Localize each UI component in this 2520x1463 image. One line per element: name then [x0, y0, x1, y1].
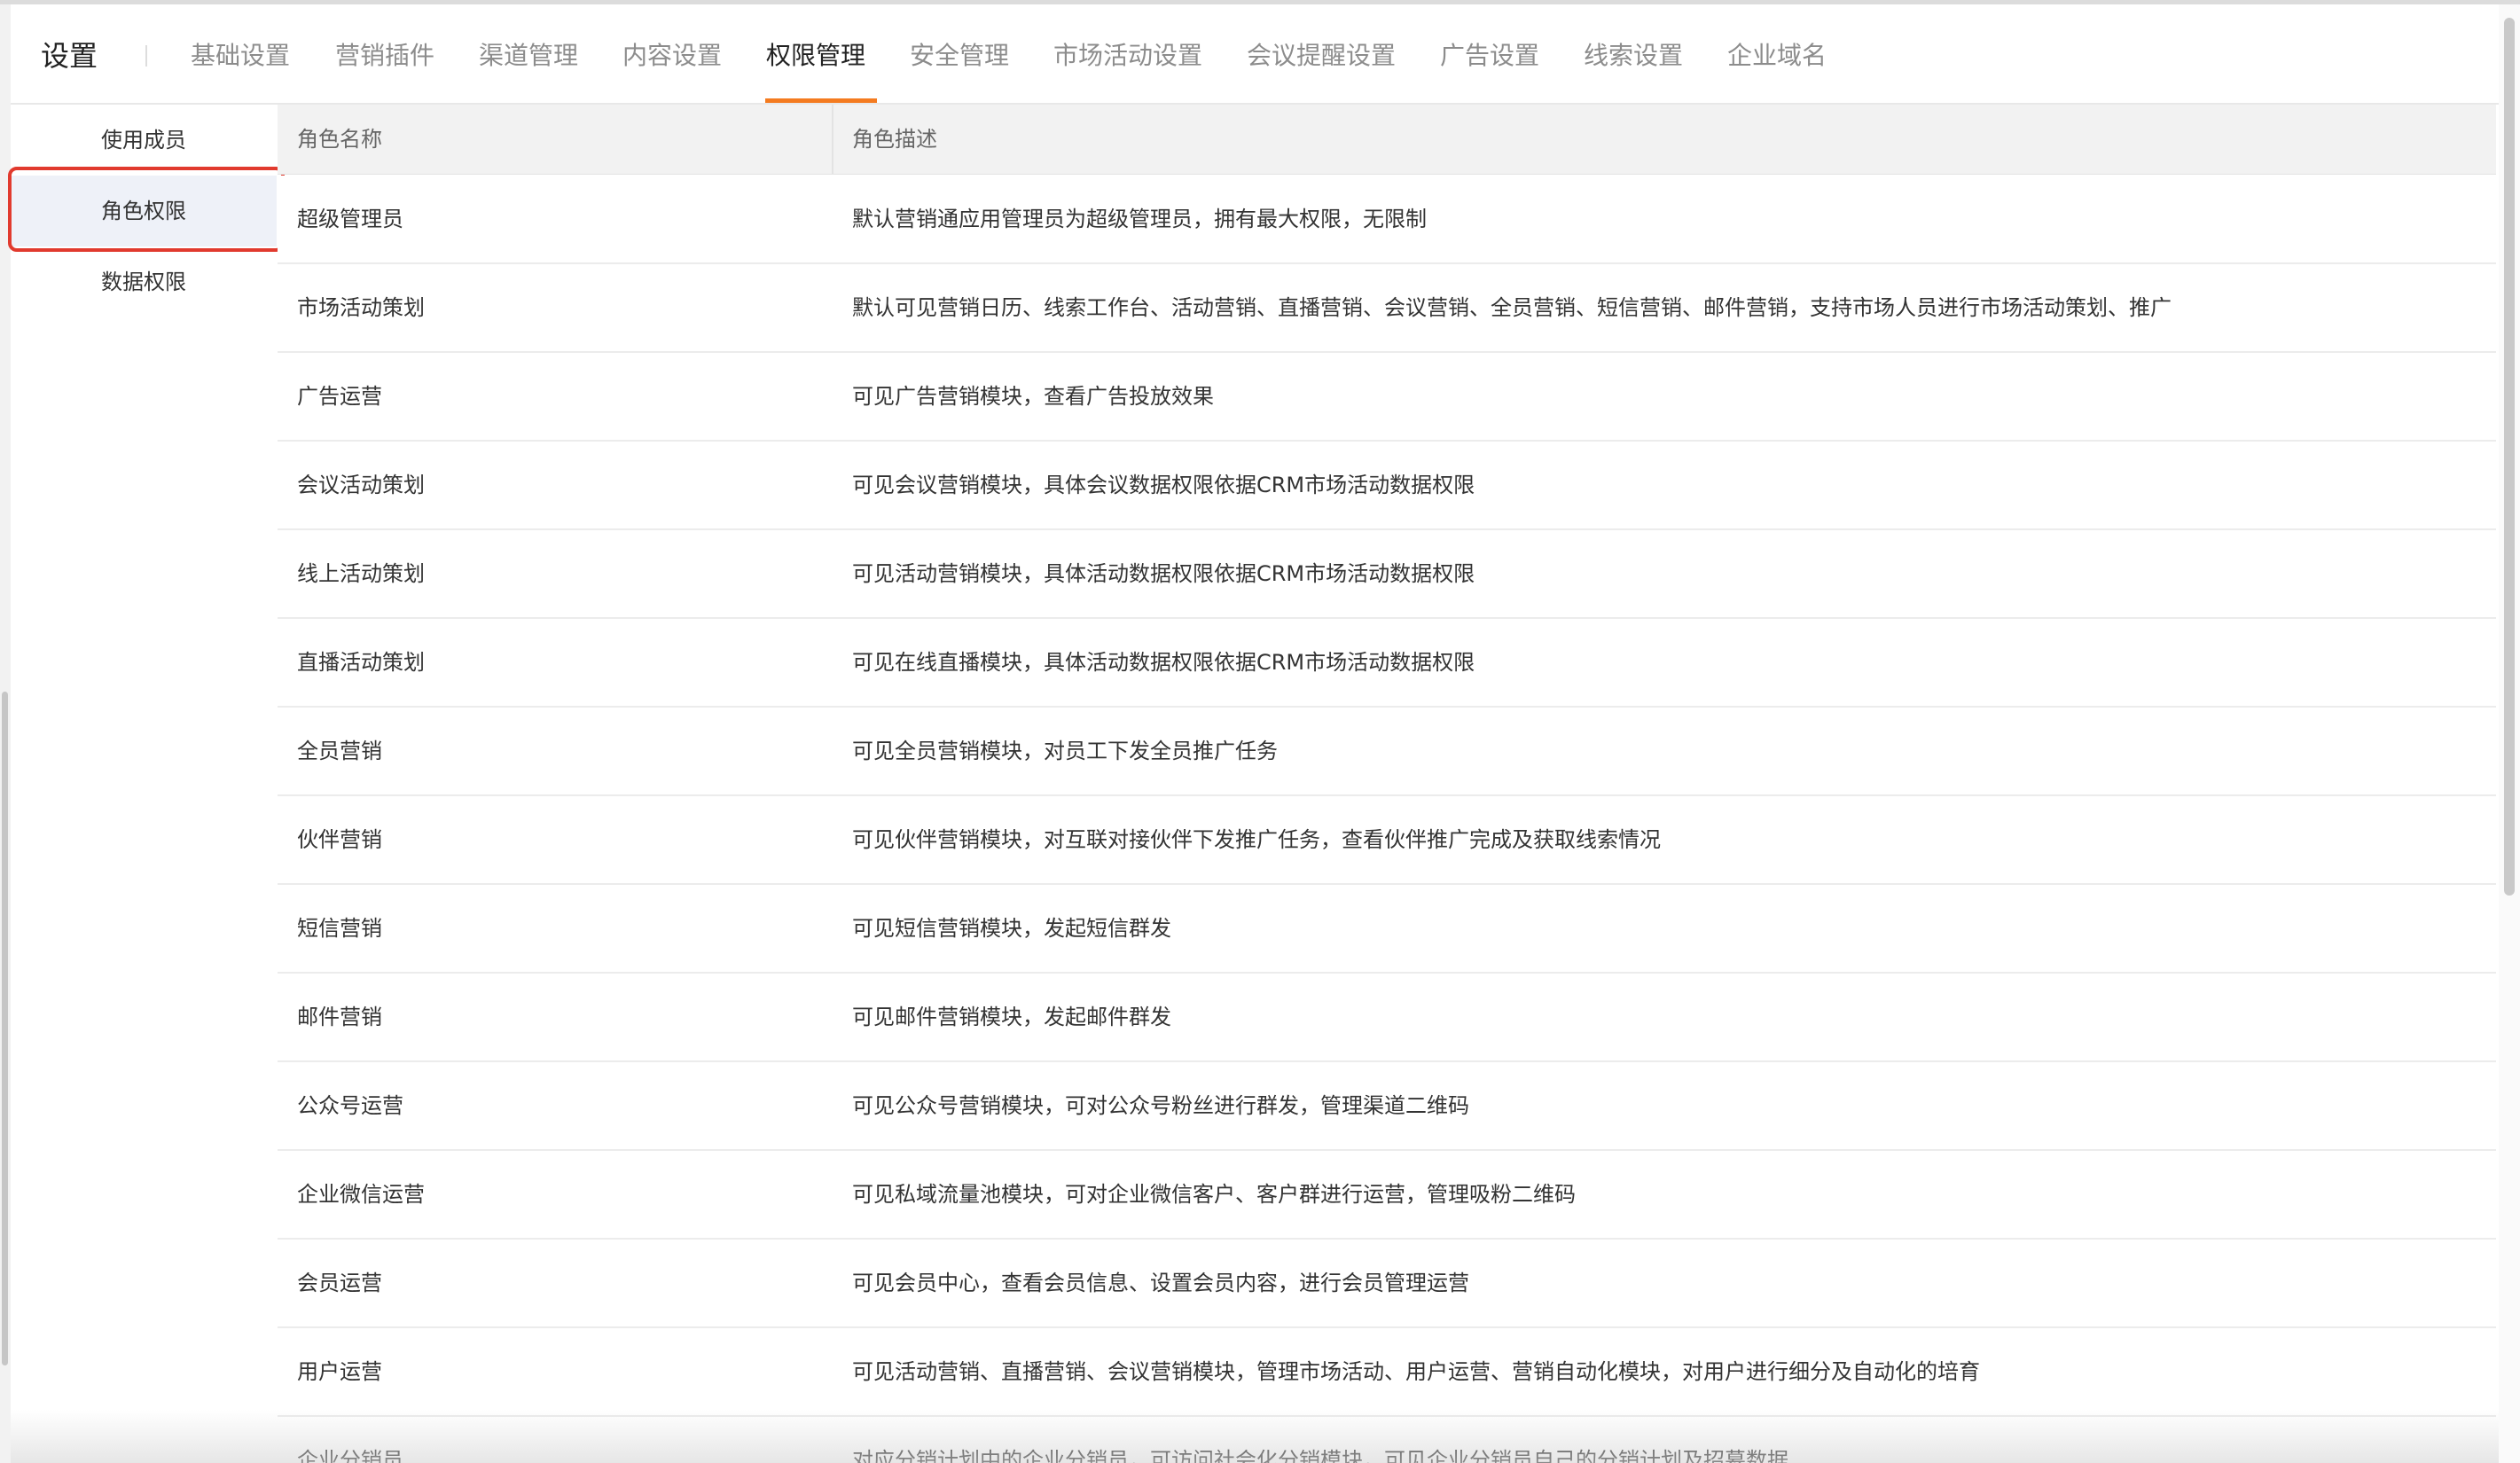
role-description: 可见会员中心，查看会员信息、设置会员内容，进行会员管理运营 [852, 1271, 1469, 1295]
role-name: 会议活动策划 [297, 473, 425, 497]
settings-header: 设置 基础设置 营销插件 渠道管理 内容设置 权限管理 安全管理 市场活动设置 … [11, 4, 2499, 105]
table-row[interactable]: 超级管理员 默认营销通应用管理员为超级管理员，拥有最大权限，无限制 [278, 176, 2496, 264]
role-name: 伙伴营销 [297, 827, 382, 852]
tab-permission-management[interactable]: 权限管理 [766, 36, 865, 75]
roles-table: 角色名称 角色描述 超级管理员 默认营销通应用管理员为超级管理员，拥有最大权限，… [278, 105, 2496, 1463]
tab-ad-settings[interactable]: 广告设置 [1440, 36, 1539, 75]
page-title: 设置 [41, 39, 98, 73]
tab-security-management[interactable]: 安全管理 [910, 36, 1009, 75]
role-description: 可见全员营销模块，对员工下发全员推广任务 [852, 739, 1278, 763]
role-description: 可见私域流量池模块，可对企业微信客户、客户群进行运营，管理吸粉二维码 [852, 1182, 1576, 1207]
role-name: 直播活动策划 [297, 650, 425, 675]
table-row[interactable]: 全员营销 可见全员营销模块，对员工下发全员推广任务 [278, 708, 2496, 796]
tab-content-settings[interactable]: 内容设置 [622, 36, 722, 75]
title-divider [145, 45, 147, 66]
role-name: 短信营销 [297, 916, 382, 941]
table-row[interactable]: 企业微信运营 可见私域流量池模块，可对企业微信客户、客户群进行运营，管理吸粉二维… [278, 1151, 2496, 1240]
sidebar-item-data-permissions[interactable]: 数据权限 [11, 246, 277, 317]
role-name: 广告运营 [297, 384, 382, 409]
table-row[interactable]: 会议活动策划 可见会议营销模块，具体会议数据权限依据CRM市场活动数据权限 [278, 442, 2496, 530]
role-name: 公众号运营 [297, 1093, 403, 1118]
table-row[interactable]: 市场活动策划 默认可见营销日历、线索工作台、活动营销、直播营销、会议营销、全员营… [278, 264, 2496, 353]
tab-enterprise-domain[interactable]: 企业域名 [1727, 36, 1827, 75]
role-description: 可见会议营销模块，具体会议数据权限依据CRM市场活动数据权限 [852, 473, 1475, 497]
left-scrollbar[interactable] [2, 692, 8, 1365]
tab-marketing-activity-settings[interactable]: 市场活动设置 [1053, 36, 1202, 75]
table-row[interactable]: 伙伴营销 可见伙伴营销模块，对互联对接伙伴下发推广任务，查看伙伴推广完成及获取线… [278, 796, 2496, 885]
table-row[interactable]: 短信营销 可见短信营销模块，发起短信群发 [278, 885, 2496, 974]
tab-meeting-reminder-settings[interactable]: 会议提醒设置 [1247, 36, 1396, 75]
table-row[interactable]: 线上活动策划 可见活动营销模块，具体活动数据权限依据CRM市场活动数据权限 [278, 530, 2496, 619]
role-name: 会员运营 [297, 1271, 382, 1295]
role-description: 可见短信营销模块，发起短信群发 [852, 916, 1171, 941]
role-description: 可见公众号营销模块，可对公众号粉丝进行群发，管理渠道二维码 [852, 1093, 1469, 1118]
role-name: 企业分销员 [297, 1448, 403, 1463]
tab-basic-settings[interactable]: 基础设置 [191, 36, 290, 75]
table-row[interactable]: 用户运营 可见活动营销、直播营销、会议营销模块，管理市场活动、用户运营、营销自动… [278, 1328, 2496, 1417]
tab-channel-management[interactable]: 渠道管理 [479, 36, 578, 75]
role-description: 可见活动营销模块，具体活动数据权限依据CRM市场活动数据权限 [852, 561, 1475, 586]
permission-sidebar: 使用成员 角色权限 数据权限 [11, 105, 277, 1463]
role-name: 邮件营销 [297, 1005, 382, 1029]
table-row[interactable]: 邮件营销 可见邮件营销模块，发起邮件群发 [278, 974, 2496, 1062]
role-name: 企业微信运营 [297, 1182, 425, 1207]
tab-marketing-plugins[interactable]: 营销插件 [335, 36, 434, 75]
column-header-role-description: 角色描述 [852, 127, 937, 152]
table-row[interactable]: 企业分销员 对应分销计划中的企业分销员，可访问社会化分销模块，可见企业分销员自己… [278, 1417, 2496, 1463]
role-name: 市场活动策划 [297, 295, 425, 320]
vertical-scrollbar-thumb[interactable] [2504, 18, 2515, 896]
role-description: 对应分销计划中的企业分销员，可访问社会化分销模块，可见企业分销员自己的分销计划及… [852, 1448, 1788, 1463]
role-description: 可见伙伴营销模块，对互联对接伙伴下发推广任务，查看伙伴推广完成及获取线索情况 [852, 827, 1661, 852]
table-header: 角色名称 角色描述 [278, 105, 2496, 175]
column-divider [832, 105, 833, 174]
role-description: 可见在线直播模块，具体活动数据权限依据CRM市场活动数据权限 [852, 650, 1475, 675]
role-name: 用户运营 [297, 1359, 382, 1384]
selection-highlight [8, 167, 285, 252]
table-row[interactable]: 广告运营 可见广告营销模块，查看广告投放效果 [278, 353, 2496, 442]
column-header-role-name: 角色名称 [297, 127, 382, 152]
role-description: 可见邮件营销模块，发起邮件群发 [852, 1005, 1171, 1029]
sidebar-item-members[interactable]: 使用成员 [11, 105, 277, 176]
role-description: 默认可见营销日历、线索工作台、活动营销、直播营销、会议营销、全员营销、短信营销、… [852, 295, 2172, 320]
table-row[interactable]: 公众号运营 可见公众号营销模块，可对公众号粉丝进行群发，管理渠道二维码 [278, 1062, 2496, 1151]
tab-lead-settings[interactable]: 线索设置 [1584, 36, 1683, 75]
role-name: 线上活动策划 [297, 561, 425, 586]
role-description: 可见活动营销、直播营销、会议营销模块，管理市场活动、用户运营、营销自动化模块，对… [852, 1359, 1980, 1384]
role-name: 全员营销 [297, 739, 382, 763]
role-name: 超级管理员 [297, 207, 403, 231]
active-tab-indicator [765, 98, 877, 103]
table-row[interactable]: 会员运营 可见会员中心，查看会员信息、设置会员内容，进行会员管理运营 [278, 1240, 2496, 1328]
table-row[interactable]: 直播活动策划 可见在线直播模块，具体活动数据权限依据CRM市场活动数据权限 [278, 619, 2496, 708]
role-description: 可见广告营销模块，查看广告投放效果 [852, 384, 1214, 409]
role-description: 默认营销通应用管理员为超级管理员，拥有最大权限，无限制 [852, 207, 1427, 231]
